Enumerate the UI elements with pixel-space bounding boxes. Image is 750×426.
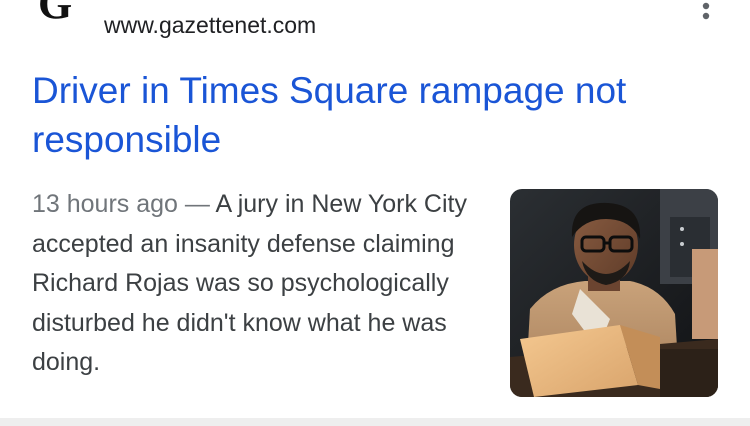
source-url[interactable]: www.gazettenet.com	[104, 11, 316, 39]
thumbnail-image[interactable]	[510, 189, 718, 397]
more-vert-icon	[702, 2, 710, 26]
publisher-favicon: G	[30, 0, 86, 36]
favicon-letter: G	[38, 0, 73, 28]
headline-link[interactable]: Driver in Times Square rampage not respo…	[32, 66, 712, 164]
news-result-card[interactable]: G www.gazettenet.com Driver in Times Squ…	[0, 0, 750, 418]
separator-dash: —	[184, 190, 210, 218]
more-options-button[interactable]	[690, 0, 722, 28]
card-divider	[0, 418, 750, 426]
snippet: 13 hours ago — A jury in New York City a…	[32, 185, 487, 383]
source-row: G www.gazettenet.com	[0, 0, 750, 50]
news-photo	[510, 189, 718, 397]
result-age: 13 hours ago	[32, 190, 178, 218]
